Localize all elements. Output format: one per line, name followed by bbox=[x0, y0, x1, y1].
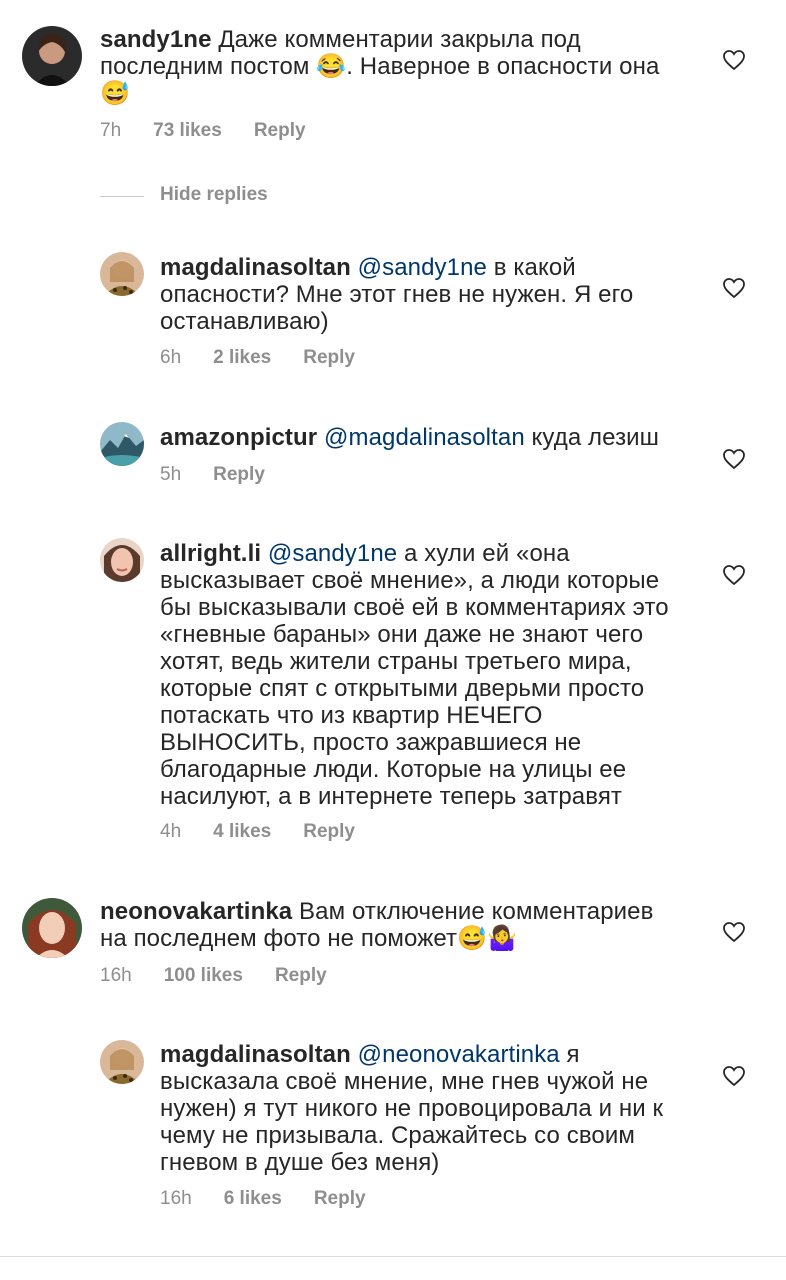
reply-button[interactable]: Reply bbox=[213, 464, 265, 486]
mention-link[interactable]: @sandy1ne bbox=[358, 254, 487, 281]
likes-count[interactable]: 4 likes bbox=[213, 821, 271, 843]
avatar[interactable] bbox=[100, 538, 144, 582]
hide-replies-line bbox=[100, 196, 144, 197]
heart-outline-icon[interactable] bbox=[722, 1064, 746, 1088]
likes-count[interactable]: 100 likes bbox=[164, 965, 243, 987]
avatar[interactable] bbox=[100, 422, 144, 466]
comment-meta: 16h 6 likes Reply bbox=[160, 1188, 398, 1210]
mention-link[interactable]: @magdalinasoltan bbox=[324, 424, 525, 451]
comment-text: magdalinasoltan @sandy1ne в какой опасно… bbox=[160, 254, 660, 335]
comment-username[interactable]: neonovakartinka bbox=[100, 898, 292, 925]
comment-text: amazonpictur @magdalinasoltan куда лезиш bbox=[160, 424, 680, 451]
comment-body: а хули ей «она высказывает своё мнение»,… bbox=[160, 540, 669, 810]
likes-count[interactable]: 73 likes bbox=[153, 120, 222, 142]
comment-username[interactable]: amazonpictur bbox=[160, 424, 317, 451]
avatar[interactable] bbox=[22, 26, 82, 86]
heart-outline-icon[interactable] bbox=[722, 48, 746, 72]
avatar[interactable] bbox=[22, 898, 82, 958]
comment-time: 16h bbox=[100, 965, 132, 986]
avatar[interactable] bbox=[100, 252, 144, 296]
comment-text: neonovakartinka Вам отключение комментар… bbox=[100, 898, 680, 952]
comment-text: sandy1ne Даже комментарии закрыла под по… bbox=[100, 26, 680, 107]
heart-outline-icon[interactable] bbox=[722, 920, 746, 944]
comment-time: 4h bbox=[160, 821, 182, 842]
mention-link[interactable]: @neonovakartinka bbox=[358, 1041, 560, 1068]
mention-link[interactable]: @sandy1ne bbox=[268, 540, 397, 567]
heart-outline-icon[interactable] bbox=[722, 276, 746, 300]
comment-meta: 7h 73 likes Reply bbox=[100, 120, 338, 142]
bottom-divider bbox=[0, 1256, 786, 1257]
hide-replies-button[interactable]: Hide replies bbox=[160, 184, 268, 206]
reply-button[interactable]: Reply bbox=[254, 120, 306, 142]
comment-time: 16h bbox=[160, 1188, 192, 1209]
reply-button[interactable]: Reply bbox=[303, 347, 355, 369]
heart-outline-icon[interactable] bbox=[722, 563, 746, 587]
avatar[interactable] bbox=[100, 1040, 144, 1084]
comment-username[interactable]: sandy1ne bbox=[100, 26, 212, 53]
comment-body: куда лезиш bbox=[531, 424, 660, 451]
reply-button[interactable]: Reply bbox=[275, 965, 327, 987]
comment-username[interactable]: magdalinasoltan bbox=[160, 254, 351, 281]
comment-time: 6h bbox=[160, 347, 182, 368]
comment-text: allright.li @sandy1ne а хули ей «она выс… bbox=[160, 540, 680, 810]
comment-username[interactable]: allright.li bbox=[160, 540, 261, 567]
comment-meta: 16h 100 likes Reply bbox=[100, 965, 359, 987]
comment-meta: 6h 2 likes Reply bbox=[160, 347, 387, 369]
comment-time: 5h bbox=[160, 464, 182, 485]
heart-outline-icon[interactable] bbox=[722, 447, 746, 471]
likes-count[interactable]: 6 likes bbox=[224, 1188, 282, 1210]
comment-username[interactable]: magdalinasoltan bbox=[160, 1041, 351, 1068]
comment-text: magdalinasoltan @neonovakartinka я выска… bbox=[160, 1041, 670, 1176]
comment-meta: 4h 4 likes Reply bbox=[160, 821, 387, 843]
comment-meta: 5h Reply bbox=[160, 464, 297, 486]
comment-time: 7h bbox=[100, 120, 122, 141]
reply-button[interactable]: Reply bbox=[314, 1188, 366, 1210]
reply-button[interactable]: Reply bbox=[303, 821, 355, 843]
likes-count[interactable]: 2 likes bbox=[213, 347, 271, 369]
